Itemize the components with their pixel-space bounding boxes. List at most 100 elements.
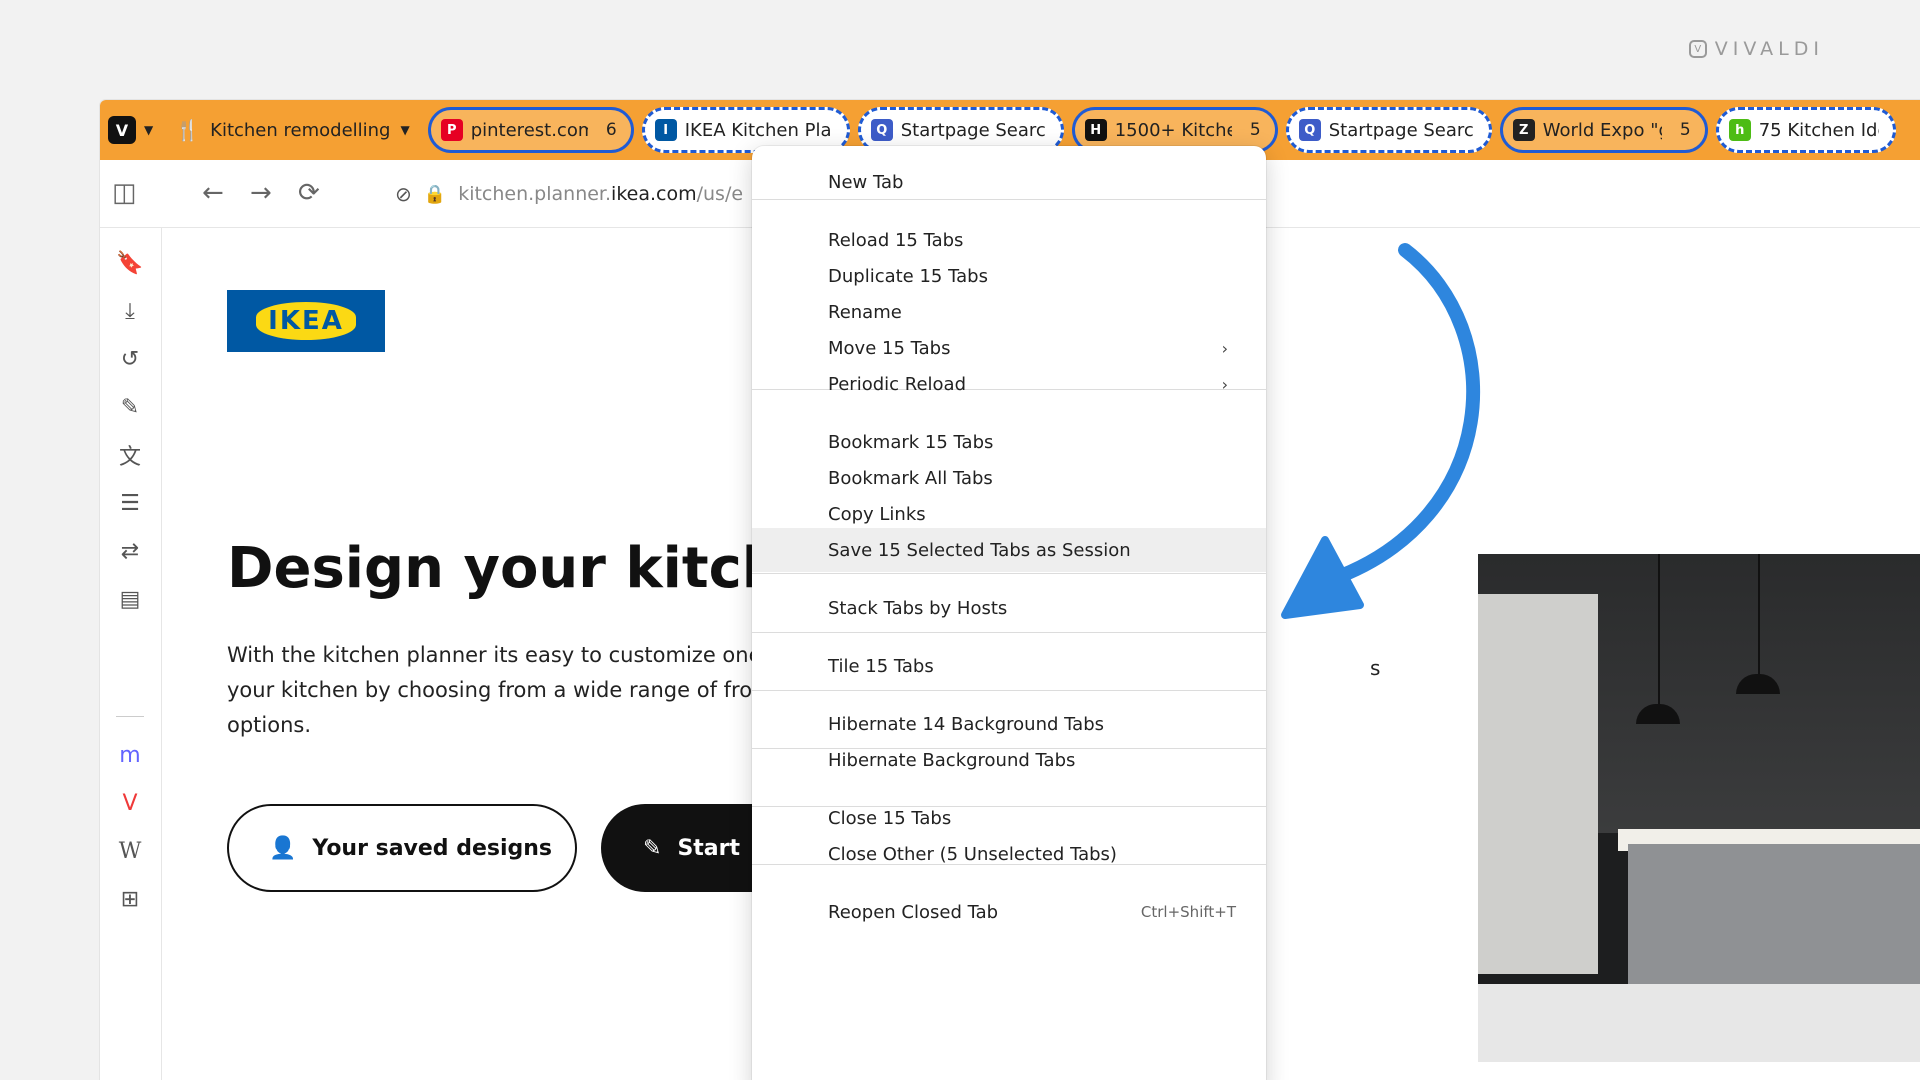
menu-item-label: Stack Tabs by Hosts bbox=[828, 597, 1008, 619]
menu-item-label: Save 15 Selected Tabs as Session bbox=[828, 539, 1131, 561]
reload-icon[interactable]: ⟳ bbox=[298, 178, 320, 208]
menu-item-reopen-closed-tab[interactable]: Reopen Closed Tab Ctrl+Shift+T bbox=[752, 890, 1266, 934]
tab-stack-count: 5 bbox=[1249, 120, 1261, 140]
pencil-icon: ✎ bbox=[643, 835, 662, 861]
url-text: kitchen.planner.ikea.com/us/e bbox=[458, 183, 743, 205]
vivaldi-v-icon: V bbox=[108, 116, 136, 144]
tab-title: IKEA Kitchen Plann bbox=[684, 119, 833, 141]
ikea-icon: I bbox=[654, 119, 677, 141]
tab-0[interactable]: Ppinterest.com 6 bbox=[427, 107, 634, 153]
back-icon[interactable]: ← bbox=[202, 178, 224, 208]
menu-item-label: Rename bbox=[828, 301, 902, 323]
photo-lamp-cord bbox=[1658, 554, 1660, 704]
startpage-icon: Q bbox=[870, 119, 893, 141]
mastodon-icon[interactable]: m bbox=[115, 740, 145, 770]
photo-island bbox=[1628, 844, 1920, 984]
url-prefix: kitchen.planner. bbox=[458, 183, 612, 205]
menu-item-label: Hibernate 14 Background Tabs bbox=[828, 713, 1104, 735]
menu-item-label: Hibernate Background Tabs bbox=[828, 749, 1076, 771]
tab-title: Startpage Search R bbox=[900, 119, 1047, 141]
workspace-selector[interactable]: 🍴 Kitchen remodelling ▼ bbox=[175, 118, 409, 142]
menu-item-label: Periodic Reload bbox=[828, 373, 966, 395]
tab-title: 75 Kitchen Ideas bbox=[1758, 119, 1879, 141]
brand-name: VIVALDI bbox=[1714, 38, 1824, 60]
menu-item-hibernate-background-tabs[interactable]: Hibernate Background Tabs bbox=[752, 738, 1266, 782]
tab-context-menu: New Tab Reload 15 Tabs Duplicate 15 Tabs Re… bbox=[752, 146, 1266, 1080]
tracker-blocker-icon[interactable]: ⊘ bbox=[395, 182, 412, 206]
menu-item-label: Tile 15 Tabs bbox=[828, 655, 934, 677]
menu-item-label: Bookmark All Tabs bbox=[828, 467, 993, 489]
photo-floor bbox=[1478, 984, 1920, 1062]
url-path: /us/e bbox=[696, 183, 744, 205]
tab-4[interactable]: Q Startpage Search R bbox=[1285, 107, 1492, 153]
stray-text: s bbox=[1370, 656, 1381, 680]
translate-icon[interactable]: 文 bbox=[115, 440, 145, 470]
saved-designs-button[interactable]: 👤 Your saved designs bbox=[227, 804, 577, 892]
tab-title: pinterest.com bbox=[470, 119, 588, 141]
tab-title: World Expo "g bbox=[1542, 119, 1662, 141]
chevron-right-icon: › bbox=[1221, 338, 1228, 358]
url-host: ikea.com bbox=[611, 183, 697, 205]
startpage-icon: Q bbox=[1298, 119, 1321, 141]
menu-item-label: Copy Links bbox=[828, 503, 926, 525]
add-panel-icon[interactable]: ⊞ bbox=[115, 884, 145, 914]
tab-stack-count: 5 bbox=[1679, 120, 1691, 140]
menu-item-label: Reopen Closed Tab bbox=[828, 901, 999, 923]
forward-icon[interactable]: → bbox=[250, 178, 272, 208]
menu-item-shortcut: Ctrl+Shift+T bbox=[1140, 903, 1236, 921]
saved-designs-label: Your saved designs bbox=[312, 835, 553, 861]
photo-cabinet bbox=[1478, 594, 1598, 974]
reading-list-icon[interactable]: ☰ bbox=[115, 488, 145, 518]
downloads-icon[interactable]: ⤓ bbox=[115, 296, 145, 326]
kitchen-photo bbox=[1478, 554, 1920, 1062]
menu-item-periodic-reload[interactable]: Periodic Reload › bbox=[752, 362, 1266, 406]
fork-knife-icon: 🍴 bbox=[175, 118, 201, 142]
menu-item-label: Duplicate 15 Tabs bbox=[828, 265, 988, 287]
menu-item-label: Close Other (5 Unselected Tabs) bbox=[828, 843, 1117, 865]
side-panel: 🔖 ⤓ ↺ ✎ 文 ☰ ⇄ ▤ m V W ⊞ bbox=[100, 228, 162, 1080]
tab-5[interactable]: Z World Expo "g 5 bbox=[1499, 107, 1708, 153]
panel-divider bbox=[116, 716, 144, 717]
wikipedia-icon[interactable]: W bbox=[115, 836, 145, 866]
menu-item-tile-15-tabs[interactable]: Tile 15 Tabs bbox=[752, 644, 1266, 688]
houzz-green-icon: h bbox=[1728, 119, 1751, 141]
start-label: Start bbox=[677, 835, 741, 861]
menu-item-label: New Tab bbox=[828, 171, 904, 193]
menu-item-label: Bookmark 15 Tabs bbox=[828, 431, 994, 453]
chevron-down-icon: ▼ bbox=[144, 123, 154, 137]
panel-toggle-icon[interactable]: ◫ bbox=[112, 178, 137, 208]
menu-separator bbox=[752, 690, 1266, 691]
workspace-name: Kitchen remodelling bbox=[210, 119, 391, 141]
menu-item-new-tab[interactable]: New Tab bbox=[752, 160, 1266, 204]
menu-separator bbox=[752, 632, 1266, 633]
ikea-logo-text: IKEA bbox=[256, 302, 356, 340]
history-icon[interactable]: ↺ bbox=[115, 344, 145, 374]
houzz-icon: H bbox=[1084, 119, 1107, 141]
tab-title: Startpage Search R bbox=[1328, 119, 1475, 141]
lock-icon: 🔒 bbox=[423, 183, 447, 205]
screenshot-stage: V VIVALDI V ▼ 🍴 Kitchen remodelling ▼ Pp… bbox=[0, 0, 1920, 1080]
vivaldi-menu-button[interactable]: V ▼ bbox=[108, 116, 153, 144]
reader-icon[interactable]: ▤ bbox=[115, 584, 145, 614]
vivaldi-logo-icon: V bbox=[1688, 40, 1707, 58]
tab-6[interactable]: h 75 Kitchen Ideas bbox=[1715, 107, 1896, 153]
user-icon: 👤 bbox=[269, 835, 297, 861]
menu-item-label: Reload 15 Tabs bbox=[828, 229, 964, 251]
page-headline: Design your kitche bbox=[227, 536, 820, 601]
ikea-logo[interactable]: IKEA bbox=[227, 290, 385, 352]
chevron-right-icon: › bbox=[1221, 374, 1228, 394]
pinterest-icon: P bbox=[440, 119, 463, 141]
menu-item-label: Move 15 Tabs bbox=[828, 337, 951, 359]
sync-icon[interactable]: ⇄ bbox=[115, 536, 145, 566]
chevron-down-icon: ▼ bbox=[400, 123, 410, 137]
tab-stack-count: 6 bbox=[605, 120, 617, 140]
vivaldi-social-icon[interactable]: V bbox=[115, 788, 145, 818]
menu-item-close-other-5-unselected-tabs[interactable]: Close Other (5 Unselected Tabs) bbox=[752, 832, 1266, 876]
menu-item-save-15-selected-tabs-as-session[interactable]: Save 15 Selected Tabs as Session bbox=[752, 528, 1266, 572]
zen-icon: Z bbox=[1512, 119, 1535, 141]
menu-item-stack-tabs-by-hosts[interactable]: Stack Tabs by Hosts bbox=[752, 586, 1266, 630]
tab-title: 1500+ Kitchen bbox=[1114, 119, 1232, 141]
menu-item-label: Close 15 Tabs bbox=[828, 807, 952, 829]
bookmarks-icon[interactable]: 🔖 bbox=[115, 248, 145, 278]
notes-icon[interactable]: ✎ bbox=[115, 392, 145, 422]
